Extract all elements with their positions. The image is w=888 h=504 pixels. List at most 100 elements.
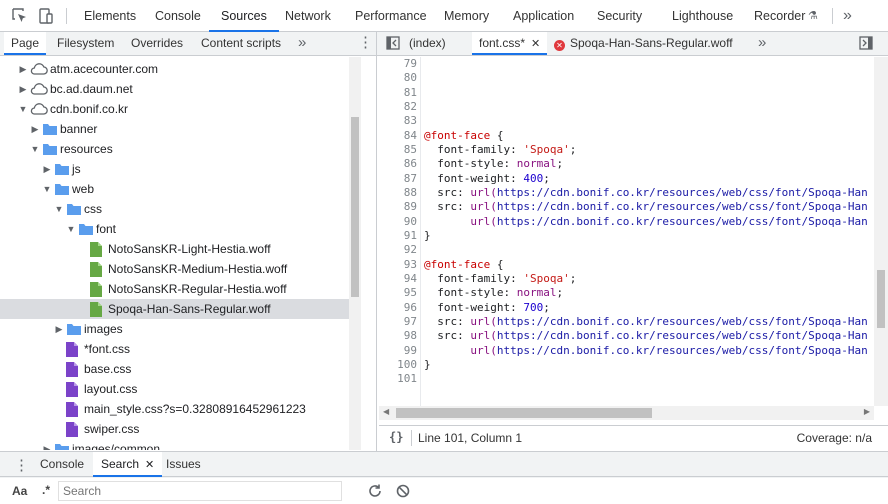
tree-item[interactable]: ▶ js — [0, 159, 361, 179]
editor-more-tabs-button[interactable]: » — [758, 32, 766, 55]
panel-splitter[interactable] — [376, 32, 377, 451]
tree-item[interactable]: ▶ atm.acecounter.com — [0, 59, 361, 79]
line-number[interactable]: 85 — [379, 143, 417, 157]
code-line[interactable]: } — [424, 358, 431, 372]
line-number[interactable]: 90 — [379, 215, 417, 229]
navigator-scroll-thumb[interactable] — [351, 117, 359, 297]
tab-overrides[interactable]: Overrides — [131, 32, 183, 55]
code-line[interactable]: font-weight: 400; — [424, 172, 550, 186]
match-case-button[interactable]: Aa — [12, 484, 27, 498]
line-number[interactable]: 81 — [379, 86, 417, 100]
code-line[interactable]: src: url(https://cdn.bonif.co.kr/resourc… — [424, 200, 868, 214]
collapsed-arrow-icon[interactable]: ▶ — [54, 319, 64, 339]
tree-item[interactable]: main_style.css?s=0.32808916452961223 — [0, 399, 361, 419]
editor-tab[interactable]: ✕ Spoqa-Han-Sans-Regular.woff — [554, 32, 733, 55]
tree-item[interactable]: ▶ bc.ad.daum.net — [0, 79, 361, 99]
tab-application[interactable]: Application — [513, 0, 574, 32]
tab-page[interactable]: Page — [4, 32, 47, 55]
tab-network[interactable]: Network — [285, 0, 331, 32]
tab-performance[interactable]: Performance — [355, 0, 427, 32]
line-number[interactable]: 101 — [379, 372, 417, 386]
search-input[interactable] — [58, 481, 342, 501]
device-toolbar-icon[interactable] — [37, 7, 55, 25]
code-line[interactable]: font-family: 'Spoqa'; — [424, 143, 576, 157]
code-line[interactable]: font-weight: 700; — [424, 301, 550, 315]
collapsed-arrow-icon[interactable]: ▶ — [42, 439, 52, 450]
tree-item[interactable]: *font.css — [0, 339, 361, 359]
line-number[interactable]: 86 — [379, 157, 417, 171]
code-line[interactable]: url(https://cdn.bonif.co.kr/resources/we… — [424, 344, 867, 358]
more-tabs-button[interactable]: » — [843, 0, 852, 32]
tree-item[interactable]: ▼ resources — [0, 139, 361, 159]
toggle-debugger-icon[interactable] — [858, 35, 874, 51]
tree-item[interactable]: ▼ cdn.bonif.co.kr — [0, 99, 361, 119]
line-number[interactable]: 87 — [379, 172, 417, 186]
refresh-icon[interactable] — [367, 483, 383, 499]
pretty-print-button[interactable]: {} — [389, 430, 403, 444]
tab-memory[interactable]: Memory — [444, 0, 489, 32]
collapsed-arrow-icon[interactable]: ▶ — [18, 79, 28, 99]
navigator-more-tabs-button[interactable]: » — [298, 32, 306, 55]
code-line[interactable]: src: url(https://cdn.bonif.co.kr/resourc… — [424, 329, 868, 343]
navigator-scrollbar[interactable] — [349, 57, 361, 450]
tab-recorder[interactable]: Recorder — [754, 0, 805, 32]
tree-item[interactable]: swiper.css — [0, 419, 361, 439]
editor-hscrollbar[interactable]: ◀ ▶ — [379, 406, 874, 420]
tree-item[interactable]: base.css — [0, 359, 361, 379]
tree-item[interactable]: ▶ images — [0, 319, 361, 339]
line-number[interactable]: 100 — [379, 358, 417, 372]
tab-security[interactable]: Security — [597, 0, 642, 32]
expanded-arrow-icon[interactable]: ▼ — [18, 99, 28, 119]
line-number[interactable]: 94 — [379, 272, 417, 286]
close-search-icon[interactable]: ✕ — [145, 459, 154, 471]
code-line[interactable]: } — [424, 229, 431, 243]
editor-vscroll-thumb[interactable] — [877, 270, 885, 328]
line-number[interactable]: 91 — [379, 229, 417, 243]
collapsed-arrow-icon[interactable]: ▶ — [18, 59, 28, 79]
tree-item[interactable]: ▶ banner — [0, 119, 361, 139]
line-number[interactable]: 97 — [379, 315, 417, 329]
collapsed-arrow-icon[interactable]: ▶ — [30, 119, 40, 139]
code-line[interactable]: @font-face { — [424, 129, 503, 143]
line-number[interactable]: 89 — [379, 200, 417, 214]
code-editor[interactable]: 79 80 81 82 83 84 @font-face {85 font-family: … — [379, 57, 888, 406]
regex-button[interactable]: .* — [42, 483, 50, 497]
tree-item[interactable]: Spoqa-Han-Sans-Regular.woff — [0, 299, 361, 319]
tree-item[interactable]: layout.css — [0, 379, 361, 399]
code-line[interactable]: url(https://cdn.bonif.co.kr/resources/we… — [424, 215, 867, 229]
expanded-arrow-icon[interactable]: ▼ — [30, 139, 40, 159]
expanded-arrow-icon[interactable]: ▼ — [54, 199, 64, 219]
scroll-right-icon[interactable]: ▶ — [864, 407, 870, 416]
editor-hscroll-thumb[interactable] — [396, 408, 652, 418]
toggle-navigator-icon[interactable] — [385, 35, 401, 51]
scroll-left-icon[interactable]: ◀ — [383, 407, 389, 416]
tree-item[interactable]: ▼ font — [0, 219, 361, 239]
expanded-arrow-icon[interactable]: ▼ — [66, 219, 76, 239]
editor-tab[interactable]: (index) — [409, 32, 446, 55]
line-number[interactable]: 92 — [379, 243, 417, 257]
code-line[interactable]: src: url(https://cdn.bonif.co.kr/resourc… — [424, 186, 868, 200]
coverage-status[interactable]: Coverage: n/a — [797, 431, 872, 445]
line-number[interactable]: 80 — [379, 71, 417, 85]
line-number[interactable]: 88 — [379, 186, 417, 200]
line-number[interactable]: 84 — [379, 129, 417, 143]
editor-vscrollbar[interactable] — [874, 57, 888, 406]
tree-item[interactable]: ▼ web — [0, 179, 361, 199]
line-number[interactable]: 82 — [379, 100, 417, 114]
code-line[interactable]: src: url(https://cdn.bonif.co.kr/resourc… — [424, 315, 868, 329]
tree-item[interactable]: NotoSansKR-Light-Hestia.woff — [0, 239, 361, 259]
expanded-arrow-icon[interactable]: ▼ — [42, 179, 52, 199]
line-number[interactable]: 93 — [379, 258, 417, 272]
drawer-tab-console[interactable]: Console — [40, 457, 84, 471]
tree-item[interactable]: NotoSansKR-Medium-Hestia.woff — [0, 259, 361, 279]
tree-item[interactable]: NotoSansKR-Regular-Hestia.woff — [0, 279, 361, 299]
collapsed-arrow-icon[interactable]: ▶ — [42, 159, 52, 179]
tree-item[interactable]: ▼ css — [0, 199, 361, 219]
tab-sources[interactable]: Sources — [209, 0, 279, 32]
tab-filesystem[interactable]: Filesystem — [57, 32, 114, 55]
line-number[interactable]: 95 — [379, 286, 417, 300]
editor-tab[interactable]: font.css* ✕ — [472, 32, 548, 55]
clear-icon[interactable] — [395, 483, 411, 499]
tab-content-scripts[interactable]: Content scripts — [201, 32, 281, 55]
inspect-element-icon[interactable] — [11, 7, 29, 25]
